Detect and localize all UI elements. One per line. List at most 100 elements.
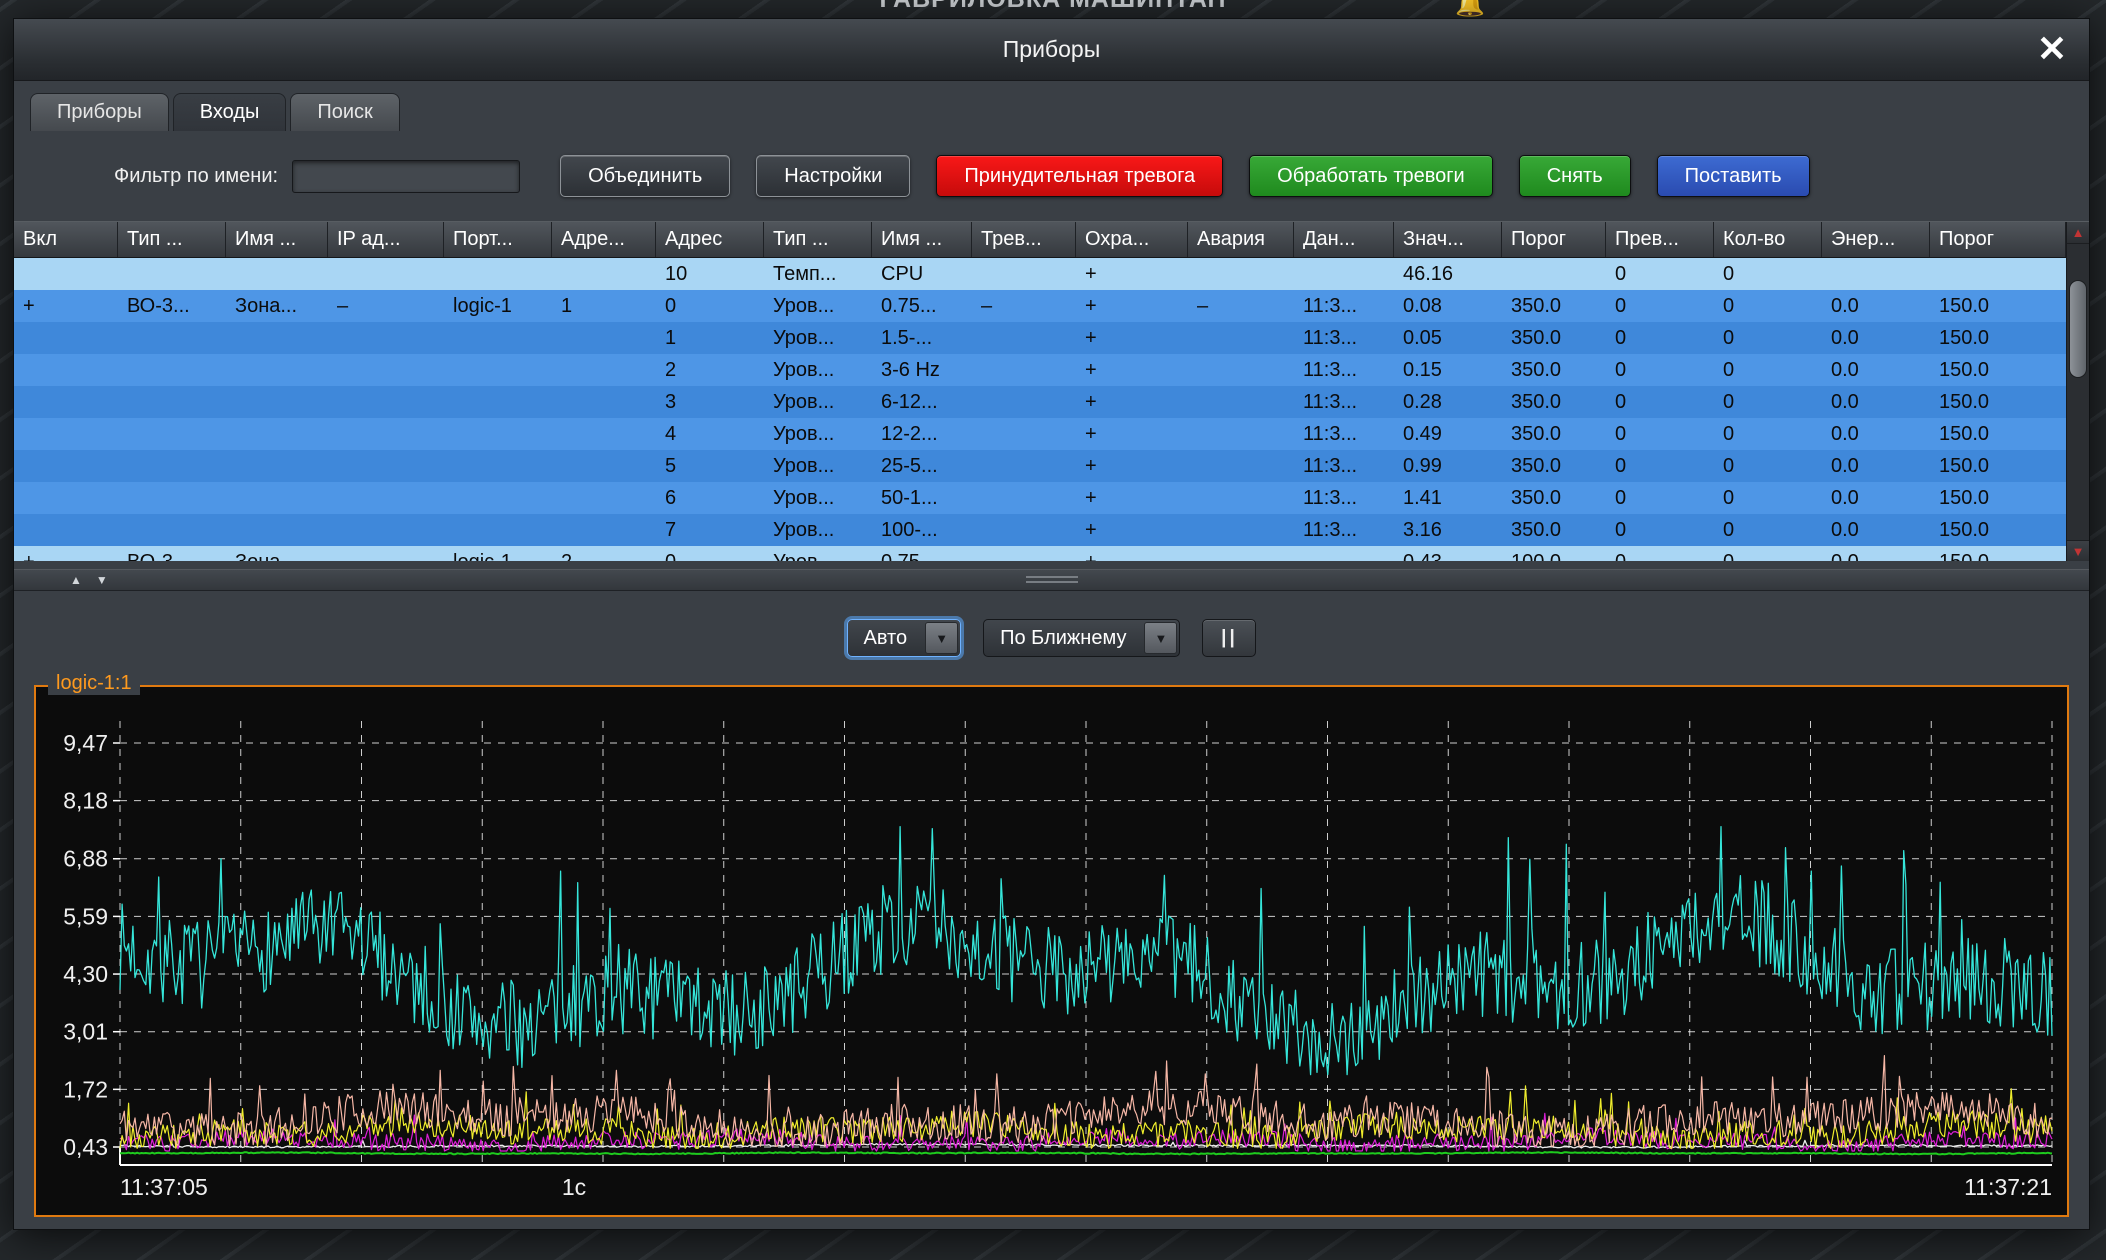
filter-input[interactable] — [292, 160, 520, 193]
force-alarm-button[interactable]: Принудительная тревога — [936, 155, 1223, 197]
column-header-18[interactable]: Порог — [1930, 222, 2066, 257]
column-header-14[interactable]: Порог — [1502, 222, 1606, 257]
scale-mode-combo[interactable]: Авто ▼ — [847, 619, 962, 657]
splitter-grip[interactable] — [1026, 576, 1078, 585]
cell-7-12: 11:3... — [1294, 482, 1394, 514]
cell-3-17: 0.0 — [1822, 354, 1930, 386]
scroll-up-button[interactable]: ▲ — [2067, 222, 2089, 244]
table-row-6[interactable]: 5Уров...25-5...+11:3...0.99350.0000.0150… — [14, 450, 2066, 482]
cell-8-6: 7 — [656, 514, 764, 546]
table-row-2[interactable]: 1Уров...1.5-...+11:3...0.05350.0000.0150… — [14, 322, 2066, 354]
close-icon[interactable]: ✕ — [2037, 29, 2067, 69]
y-tick-label: 8,18 — [63, 788, 108, 814]
cell-5-6: 4 — [656, 418, 764, 450]
cell-0-9 — [972, 258, 1076, 290]
table-row-0[interactable]: 10Темп...CPU+46.1600 — [14, 258, 2066, 290]
column-header-16[interactable]: Кол-во — [1714, 222, 1822, 257]
column-header-2[interactable]: Имя ... — [226, 222, 328, 257]
splitter-down-button[interactable]: ▼ — [96, 574, 108, 586]
cell-4-0 — [14, 386, 118, 418]
cell-9-15: 0 — [1606, 546, 1714, 561]
disarm-button[interactable]: Снять — [1519, 155, 1631, 197]
table-row-4[interactable]: 3Уров...6-12...+11:3...0.28350.0000.0150… — [14, 386, 2066, 418]
column-header-11[interactable]: Авария — [1188, 222, 1294, 257]
follow-mode-value: По Ближнему — [984, 620, 1142, 656]
scrollbar-handle[interactable] — [2069, 280, 2087, 378]
cell-7-18: 150.0 — [1930, 482, 2066, 514]
arm-button[interactable]: Поставить — [1657, 155, 1810, 197]
table-row-7[interactable]: 6Уров...50-1...+11:3...1.41350.0000.0150… — [14, 482, 2066, 514]
table-row-3[interactable]: 2Уров...3-6 Hz+11:3...0.15350.0000.0150.… — [14, 354, 2066, 386]
merge-button[interactable]: Объединить — [560, 155, 730, 197]
cell-6-0 — [14, 450, 118, 482]
cell-9-16: 0 — [1714, 546, 1822, 561]
process-alarms-button[interactable]: Обработать тревоги — [1249, 155, 1493, 197]
cell-0-1 — [118, 258, 226, 290]
cell-3-14: 350.0 — [1502, 354, 1606, 386]
table-row-9[interactable]: +ВО-3Зона...–logic-120Уров0.75–+––0.4310… — [14, 546, 2066, 561]
cell-2-10: + — [1076, 322, 1188, 354]
table-header: ВклТип ...Имя ...IP ад...Порт...Адре...А… — [14, 222, 2089, 258]
tab-poisk[interactable]: Поиск — [290, 93, 399, 131]
column-header-6[interactable]: Адрес — [656, 222, 764, 257]
column-header-3[interactable]: IP ад... — [328, 222, 444, 257]
table-row-5[interactable]: 4Уров...12-2...+11:3...0.49350.0000.0150… — [14, 418, 2066, 450]
y-tick-label: 1,72 — [63, 1076, 108, 1102]
table-row-1[interactable]: +ВО-3...Зона...–logic-110Уров...0.75...–… — [14, 290, 2066, 322]
cell-6-11 — [1188, 450, 1294, 482]
column-header-9[interactable]: Трев... — [972, 222, 1076, 257]
chart-panel: logic-1:1 9,478,186,885,594,303,011,720,… — [34, 685, 2069, 1217]
cell-8-0 — [14, 514, 118, 546]
column-header-8[interactable]: Имя ... — [872, 222, 972, 257]
cell-5-8: 12-2... — [872, 418, 972, 450]
cell-3-10: + — [1076, 354, 1188, 386]
table-row-8[interactable]: 7Уров...100-...+11:3...3.16350.0000.0150… — [14, 514, 2066, 546]
splitter-up-button[interactable]: ▲ — [70, 574, 82, 586]
cell-7-17: 0.0 — [1822, 482, 1930, 514]
cell-6-8: 25-5... — [872, 450, 972, 482]
column-header-10[interactable]: Охра... — [1076, 222, 1188, 257]
chevron-down-icon[interactable]: ▼ — [925, 622, 958, 654]
settings-button[interactable]: Настройки — [756, 155, 910, 197]
cell-0-2 — [226, 258, 328, 290]
cell-1-15: 0 — [1606, 290, 1714, 322]
column-header-0[interactable]: Вкл — [14, 222, 118, 257]
cell-9-0: + — [14, 546, 118, 561]
table-scrollbar[interactable]: ▲ ▼ — [2066, 222, 2089, 561]
cell-9-14: 100.0 — [1502, 546, 1606, 561]
column-header-7[interactable]: Тип ... — [764, 222, 872, 257]
column-header-15[interactable]: Прев... — [1606, 222, 1714, 257]
chevron-down-icon[interactable]: ▼ — [1144, 622, 1177, 654]
tab-pribory[interactable]: Приборы — [30, 93, 169, 131]
background-window: ГАВРИЛОВКА МАШИНТАП 🔔 — [0, 0, 2106, 18]
cell-8-4 — [444, 514, 552, 546]
cell-3-8: 3-6 Hz — [872, 354, 972, 386]
column-header-17[interactable]: Энер... — [1822, 222, 1930, 257]
column-header-4[interactable]: Порт... — [444, 222, 552, 257]
cell-9-18: 150.0 — [1930, 546, 2066, 561]
toolbar: Фильтр по имени: ОбъединитьНастройкиПрин… — [14, 131, 2089, 221]
cell-2-4 — [444, 322, 552, 354]
splitter[interactable]: ▲ ▼ — [14, 569, 2089, 591]
column-header-1[interactable]: Тип ... — [118, 222, 226, 257]
cell-1-17: 0.0 — [1822, 290, 1930, 322]
cell-3-11 — [1188, 354, 1294, 386]
scroll-down-button[interactable]: ▼ — [2067, 540, 2089, 561]
cell-9-5: 2 — [552, 546, 656, 561]
cell-2-9 — [972, 322, 1076, 354]
column-header-12[interactable]: Дан... — [1294, 222, 1394, 257]
cell-2-13: 0.05 — [1394, 322, 1502, 354]
follow-mode-combo[interactable]: По Ближнему ▼ — [983, 619, 1180, 657]
column-header-5[interactable]: Адре... — [552, 222, 656, 257]
cell-9-3: – — [328, 546, 444, 561]
cell-4-15: 0 — [1606, 386, 1714, 418]
cell-9-8: 0.75 — [872, 546, 972, 561]
cell-3-3 — [328, 354, 444, 386]
scrollbar-track[interactable] — [2067, 244, 2089, 540]
tab-vhody[interactable]: Входы — [173, 93, 287, 131]
cell-7-5 — [552, 482, 656, 514]
pause-button[interactable]: || — [1202, 619, 1256, 657]
cell-3-1 — [118, 354, 226, 386]
cell-5-18: 150.0 — [1930, 418, 2066, 450]
column-header-13[interactable]: Знач... — [1394, 222, 1502, 257]
